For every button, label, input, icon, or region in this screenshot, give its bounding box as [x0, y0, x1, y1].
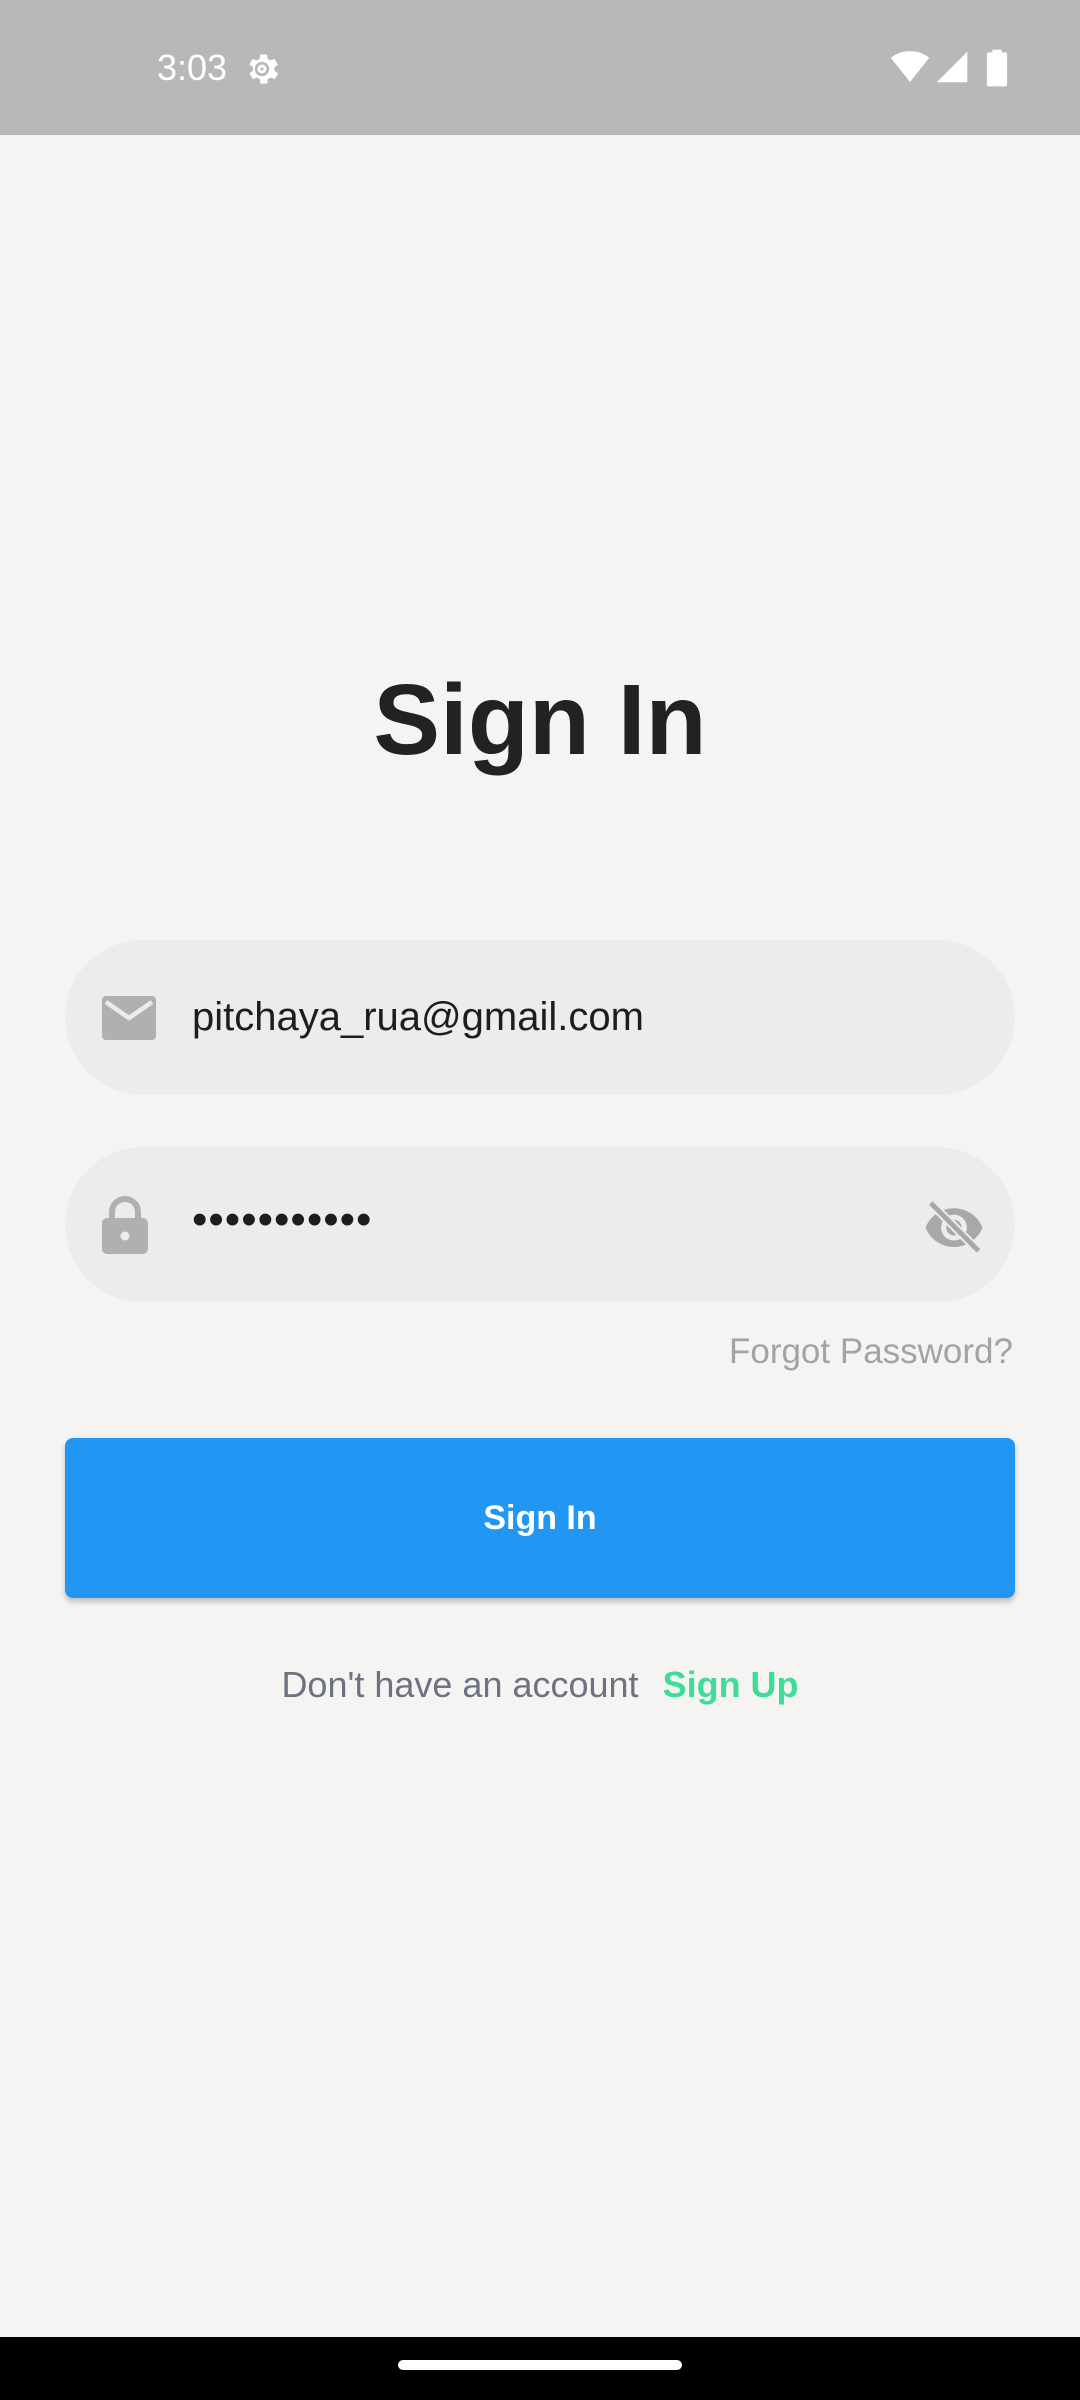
email-value: pitchaya_rua@gmail.com [192, 995, 644, 1039]
lock-icon [102, 1195, 148, 1254]
forgot-password-link[interactable]: Forgot Password? [729, 1328, 1013, 1376]
status-time: 3:03 [157, 47, 228, 88]
battery-icon [986, 49, 1008, 87]
sign-up-link[interactable]: Sign Up [663, 1664, 799, 1705]
sign-in-screen: 3:03 Sign In pitchaya_rua@gmail.com ••••… [0, 0, 1080, 2400]
settings-icon [249, 54, 279, 84]
wifi-icon [890, 51, 930, 82]
home-indicator[interactable] [398, 2360, 682, 2370]
sign-up-prompt: Don't have an account [281, 1664, 639, 1705]
password-value: ••••••••••• [192, 1195, 373, 1244]
sign-in-button[interactable]: Sign In [65, 1438, 1015, 1598]
signal-icon [936, 51, 968, 83]
sign-up-row: Don't have an account Sign Up [0, 1660, 1080, 1710]
mail-icon [102, 995, 156, 1040]
password-field[interactable]: ••••••••••• [65, 1147, 1015, 1302]
eye-off-icon[interactable] [923, 1194, 985, 1256]
email-field[interactable]: pitchaya_rua@gmail.com [65, 940, 1015, 1095]
page-title: Sign In [373, 664, 707, 776]
status-bar: 3:03 [0, 0, 1080, 135]
